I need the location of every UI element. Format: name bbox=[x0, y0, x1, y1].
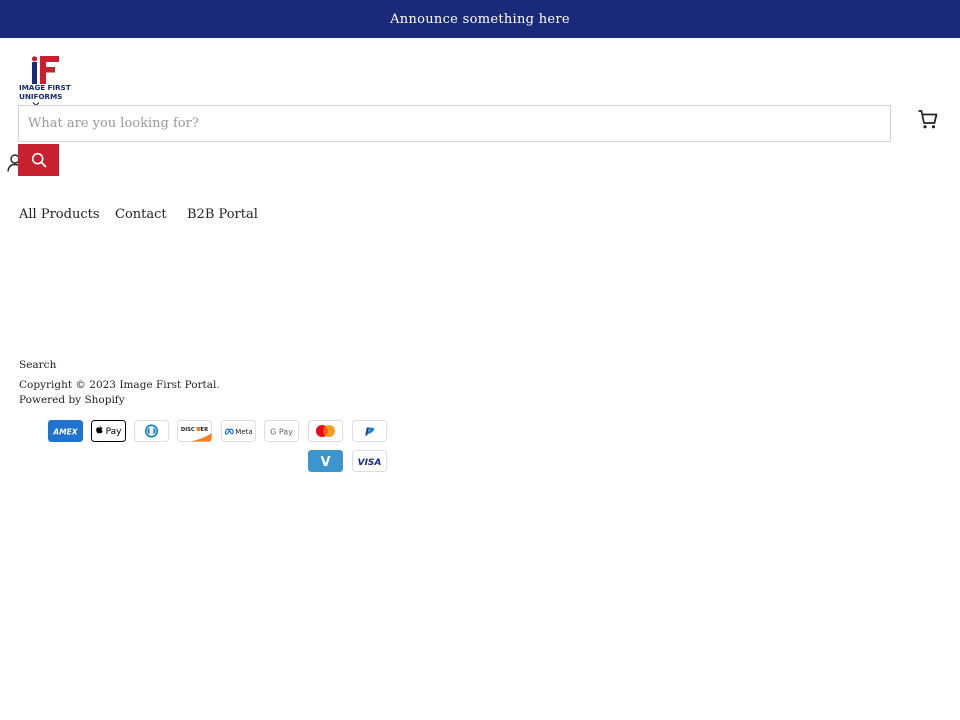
mastercard-icon bbox=[308, 420, 343, 442]
powered-by-text: Powered by Shopify bbox=[19, 394, 125, 406]
meta-pay-icon: Meta bbox=[221, 420, 256, 442]
svg-text:VISA: VISA bbox=[358, 458, 382, 468]
google-pay-icon: G Pay bbox=[264, 420, 299, 442]
svg-text:Pay: Pay bbox=[106, 427, 123, 437]
search-field bbox=[18, 105, 891, 142]
footer-link-search[interactable]: Search bbox=[19, 359, 56, 371]
nav-item-contact[interactable]: Contact bbox=[115, 207, 167, 222]
store-logo[interactable]: IMAGE FIRST UNIFORMS bbox=[19, 56, 73, 102]
svg-text:DISC VER: DISC VER bbox=[181, 427, 208, 433]
copyright-text: Copyright © 2023 Image First Portal. bbox=[19, 379, 220, 391]
search-icon bbox=[31, 152, 46, 168]
apple-pay-icon: Pay bbox=[91, 420, 126, 442]
svg-text:Meta: Meta bbox=[235, 428, 252, 436]
logo-line-2: UNIFORMS bbox=[19, 91, 63, 101]
cart-button[interactable] bbox=[917, 108, 939, 130]
search-submit-button[interactable] bbox=[18, 144, 59, 176]
svg-text:V: V bbox=[320, 455, 330, 470]
diners-club-icon bbox=[134, 420, 169, 442]
cart-icon bbox=[918, 110, 938, 129]
svg-text:G Pay: G Pay bbox=[270, 428, 293, 437]
discover-icon: DISC VER bbox=[177, 420, 212, 442]
announcement-bar: Announce something here bbox=[0, 0, 960, 38]
search-input[interactable] bbox=[19, 106, 890, 141]
nav-item-all-products[interactable]: All Products bbox=[19, 207, 100, 222]
venmo-icon: V bbox=[308, 450, 343, 472]
svg-text:AMEX: AMEX bbox=[52, 428, 78, 437]
amex-icon: AMEX bbox=[48, 420, 83, 442]
nav-item-b2b-portal[interactable]: B2B Portal bbox=[187, 207, 258, 222]
logo-mark-icon bbox=[31, 56, 59, 84]
visa-icon: VISA bbox=[352, 450, 387, 472]
svg-text:P: P bbox=[368, 427, 375, 437]
announcement-text: Announce something here bbox=[390, 11, 570, 27]
paypal-icon: P P bbox=[352, 420, 387, 442]
